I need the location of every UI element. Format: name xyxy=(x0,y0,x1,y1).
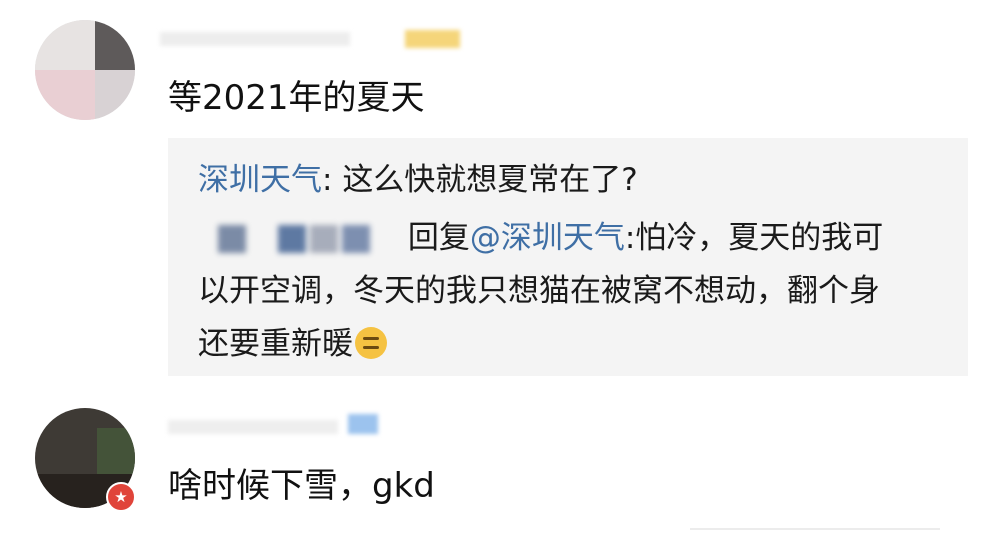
divider-fragment xyxy=(690,528,940,530)
comment-item-2: ★ 啥时候下雪，gkd xyxy=(0,400,1000,534)
expressionless-face-icon xyxy=(355,327,387,359)
comment-item-1: 等2021年的夏天 深圳天气: 这么快就想夏常在了? 回复@深圳天气:怕冷，夏天… xyxy=(0,0,1000,400)
comment-text: 啥时候下雪，gkd xyxy=(168,466,435,506)
child-reply-line-3: 还要重新暖 xyxy=(198,324,387,364)
child-reply-line-2: 以开空调，冬天的我只想猫在被窝不想动，翻个身 xyxy=(198,273,880,309)
username-blurred[interactable] xyxy=(168,412,388,438)
star-icon: ★ xyxy=(114,488,128,506)
reply-preview-box[interactable]: 深圳天气: 这么快就想夏常在了? 回复@深圳天气:怕冷，夏天的我可 以开空调，冬… xyxy=(168,138,968,376)
comment-text: 等2021年的夏天 xyxy=(168,78,425,118)
verified-badge: ★ xyxy=(106,482,136,512)
child-reply-line-1: 回复@深圳天气:怕冷，夏天的我可 xyxy=(198,218,883,258)
parent-author-link[interactable]: 深圳天气 xyxy=(198,162,322,198)
username-blurred[interactable] xyxy=(160,30,460,50)
mention-link[interactable]: @深圳天气 xyxy=(470,220,625,256)
avatar[interactable] xyxy=(35,20,135,120)
blurred-username[interactable] xyxy=(198,221,398,255)
parent-reply-line: 深圳天气: 这么快就想夏常在了? xyxy=(198,162,638,198)
